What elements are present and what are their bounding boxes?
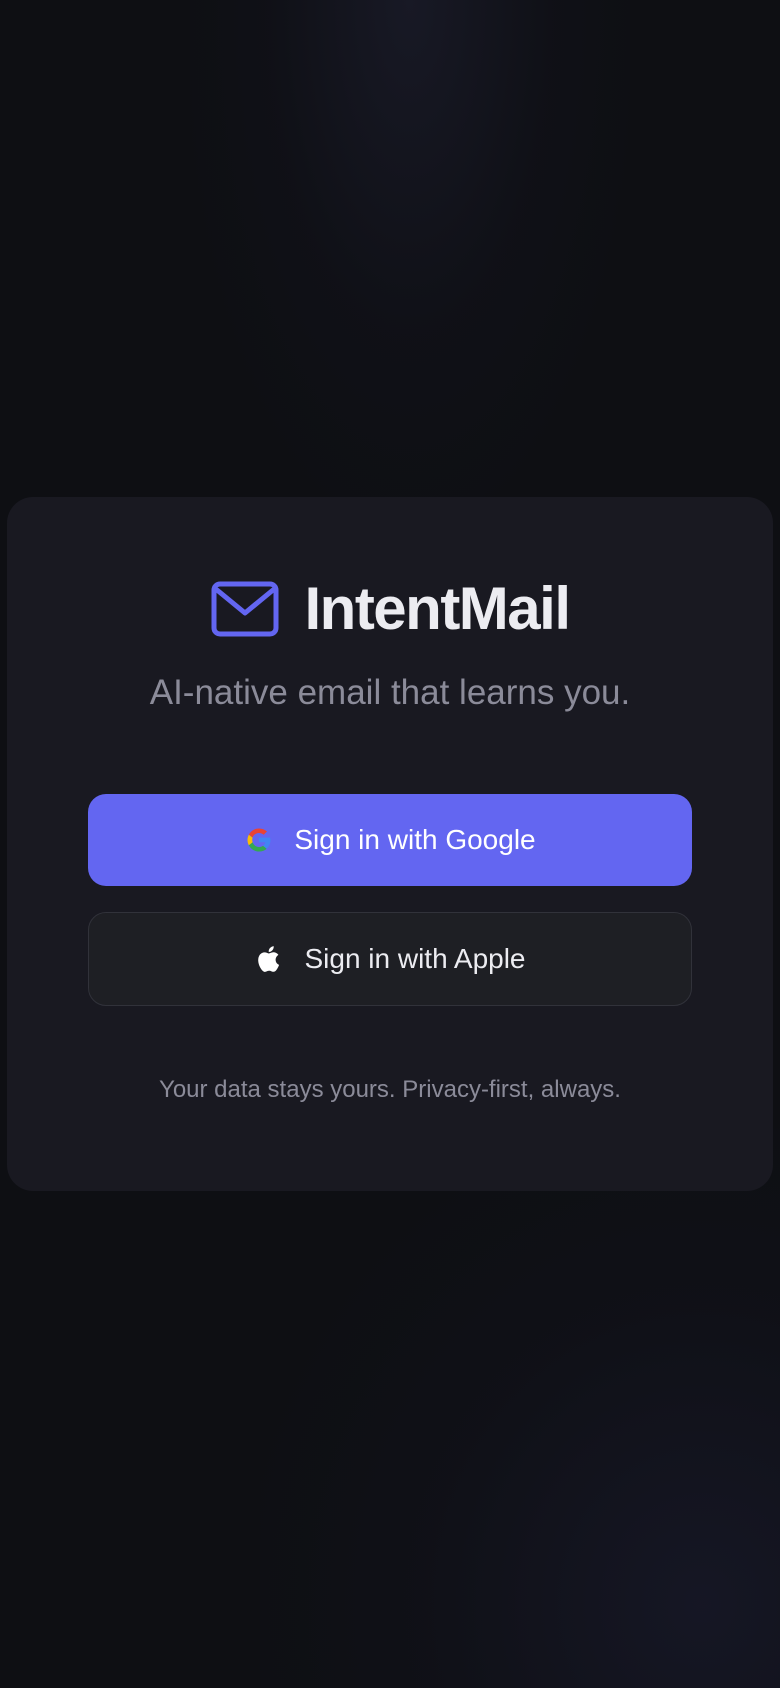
sign-in-apple-label: Sign in with Apple [304, 943, 526, 974]
tagline: AI-native email that learns you. [149, 673, 631, 712]
background-glow-bottom [260, 1128, 780, 1688]
google-icon [244, 825, 274, 855]
sign-in-google-button[interactable]: Sign in with Google [88, 794, 692, 886]
sign-in-google-label: Sign in with Google [294, 824, 536, 855]
mail-icon [211, 581, 279, 637]
apple-icon [254, 944, 284, 974]
brand-header: IntentMail [7, 573, 773, 645]
background-glow-top [190, 0, 630, 520]
privacy-note: Your data stays yours. Privacy-first, al… [159, 1076, 621, 1103]
sign-in-apple-button[interactable]: Sign in with Apple [88, 912, 692, 1006]
app-title: IntentMail [304, 575, 572, 642]
sign-in-card: IntentMail AI-native email that learns y… [7, 497, 773, 1191]
